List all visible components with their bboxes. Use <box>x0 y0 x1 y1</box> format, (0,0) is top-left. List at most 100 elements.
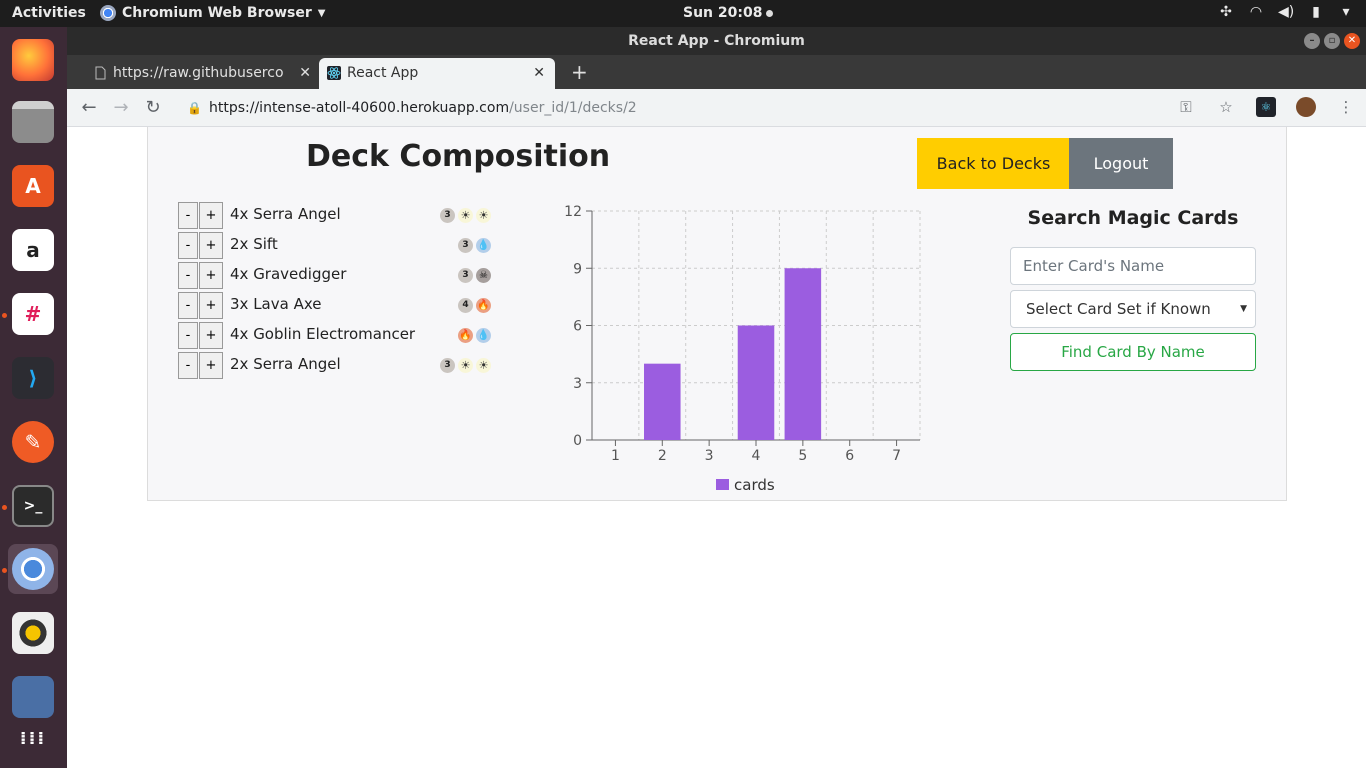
card-name[interactable]: 3x Lava Axe <box>230 295 321 313</box>
card-set-select[interactable]: Select Card Set if Known ▼ <box>1010 290 1256 328</box>
card-name[interactable]: 4x Gravedigger <box>230 265 346 283</box>
bar-chart: 0369121 2 3 4 5 6 7cards <box>564 204 921 494</box>
mana-cost: 3 ☠ <box>458 268 491 283</box>
blue-mana-icon: 💧 <box>476 238 491 253</box>
page-title: Deck Composition <box>306 139 611 174</box>
card-list: - +4x Serra Angel 3 ☀ ☀ - +2x Sift 3 💧 - +4x Grave… <box>178 202 498 382</box>
forward-arrow-icon[interactable]: → <box>110 97 132 119</box>
power-menu-icon[interactable]: ▾ <box>1338 4 1354 20</box>
bookmark-star-icon[interactable]: ☆ <box>1216 97 1236 117</box>
new-tab-icon[interactable]: + <box>571 60 588 84</box>
react-devtools-icon[interactable]: ⚛ <box>1256 97 1276 117</box>
back-arrow-icon[interactable]: ← <box>78 97 100 119</box>
increase-quantity-button[interactable]: + <box>199 352 223 379</box>
x-tick-label: 5 <box>798 448 807 464</box>
key-icon[interactable]: ⚿ <box>1176 97 1196 117</box>
card-row: - +2x Serra Angel 3 ☀ ☀ <box>178 352 498 382</box>
url-path: /user_id/1/decks/2 <box>509 100 637 116</box>
tab-github-raw[interactable]: https://raw.githubuserco ✕ <box>85 58 321 89</box>
system-tray: ✣ ◠ ◀) ▮ ▾ <box>1218 4 1354 20</box>
dock-slack[interactable]: # <box>8 289 58 339</box>
generic-mana-icon: 3 <box>458 238 473 253</box>
card-name[interactable]: 4x Serra Angel <box>230 205 341 223</box>
speaker-icon <box>12 612 54 654</box>
tab-label: https://raw.githubuserco <box>113 65 284 81</box>
battery-icon[interactable]: ▮ <box>1308 4 1324 20</box>
clock[interactable]: Sun 20:08 <box>683 5 774 21</box>
dock-postman[interactable]: ✎ <box>8 417 58 467</box>
card-name[interactable]: 4x Goblin Electromancer <box>230 325 415 343</box>
x-tick-label: 2 <box>658 448 667 464</box>
increase-quantity-button[interactable]: + <box>199 232 223 259</box>
mana-cost: 3 ☀ ☀ <box>440 208 491 223</box>
bar <box>784 268 822 440</box>
dock-chromium[interactable] <box>8 544 58 594</box>
generic-mana-icon: 3 <box>440 358 455 373</box>
close-tab-icon[interactable]: ✕ <box>299 58 311 89</box>
select-arrow-icon: ▼ <box>1240 304 1247 314</box>
find-card-button[interactable]: Find Card By Name <box>1010 333 1256 371</box>
minimize-icon[interactable]: – <box>1304 33 1320 49</box>
card-name[interactable]: 2x Serra Angel <box>230 355 341 373</box>
increase-quantity-button[interactable]: + <box>199 322 223 349</box>
blue-mana-icon: 💧 <box>476 328 491 343</box>
increase-quantity-button[interactable]: + <box>199 202 223 229</box>
card-row: - +4x Serra Angel 3 ☀ ☀ <box>178 202 498 232</box>
slack-icon: # <box>12 293 54 335</box>
y-tick-label: 12 <box>564 204 582 220</box>
close-window-icon[interactable]: ✕ <box>1344 33 1360 49</box>
generic-mana-icon: 3 <box>440 208 455 223</box>
reload-icon[interactable]: ↻ <box>142 97 164 119</box>
notification-dot-icon <box>766 9 774 17</box>
address-bar[interactable]: 🔒 https://intense-atoll-40600.herokuapp.… <box>177 95 1237 121</box>
decrease-quantity-button[interactable]: - <box>178 232 198 259</box>
vscode-icon: ⟩ <box>12 357 54 399</box>
card-row: - +2x Sift 3 💧 <box>178 232 498 262</box>
window-controls: – ▫ ✕ <box>1304 33 1360 49</box>
tab-react-app[interactable]: React App ✕ <box>319 58 555 89</box>
decrease-quantity-button[interactable]: - <box>178 322 198 349</box>
caret-down-icon: ▼ <box>317 7 326 19</box>
card-row: - +3x Lava Axe 4 🔥 <box>178 292 498 322</box>
decrease-quantity-button[interactable]: - <box>178 262 198 289</box>
decrease-quantity-button[interactable]: - <box>178 202 198 229</box>
mana-curve-chart: 0 3 6 9 12 1 2 3 4 5 6 7 cards <box>548 187 928 497</box>
dock-firefox[interactable] <box>8 35 58 85</box>
clock-label: Sun 20:08 <box>683 5 763 21</box>
activities-button[interactable]: Activities <box>12 5 86 21</box>
generic-mana-icon: 4 <box>458 298 473 313</box>
show-applications-button[interactable]: ⁞⁞⁞ <box>8 713 58 763</box>
dock-terminal[interactable]: >_ <box>8 481 58 531</box>
profile-avatar[interactable] <box>1296 97 1316 117</box>
close-tab-icon[interactable]: ✕ <box>533 58 545 89</box>
amazon-icon: a <box>12 229 54 271</box>
more-menu-icon[interactable]: ⋮ <box>1336 97 1356 117</box>
red-mana-icon: 🔥 <box>458 328 473 343</box>
card-name[interactable]: 2x Sift <box>230 235 278 253</box>
slack-tray-icon[interactable]: ✣ <box>1218 4 1234 20</box>
increase-quantity-button[interactable]: + <box>199 262 223 289</box>
dock-rhythmbox[interactable] <box>8 608 58 658</box>
app-menu[interactable]: Chromium Web Browser ▼ <box>100 5 325 21</box>
wifi-icon[interactable]: ◠ <box>1248 4 1264 20</box>
running-indicator-icon <box>2 505 7 510</box>
chromium-icon <box>100 5 116 21</box>
document-icon <box>95 66 106 80</box>
back-to-decks-button[interactable]: Back to Decks <box>917 138 1070 189</box>
dock-software[interactable]: A <box>8 161 58 211</box>
volume-icon[interactable]: ◀) <box>1278 4 1294 20</box>
dock-vscode[interactable]: ⟩ <box>8 353 58 403</box>
dock-files[interactable] <box>8 97 58 147</box>
decrease-quantity-button[interactable]: - <box>178 292 198 319</box>
maximize-icon[interactable]: ▫ <box>1324 33 1340 49</box>
logout-button[interactable]: Logout <box>1069 138 1173 189</box>
y-tick-label: 3 <box>573 376 582 392</box>
screenshot-tool-icon <box>12 676 54 718</box>
legend-label: cards <box>734 476 775 494</box>
increase-quantity-button[interactable]: + <box>199 292 223 319</box>
running-indicator-icon <box>2 568 7 573</box>
dock-amazon[interactable]: a <box>8 225 58 275</box>
firefox-icon <box>12 39 54 81</box>
card-name-input[interactable] <box>1010 247 1256 285</box>
decrease-quantity-button[interactable]: - <box>178 352 198 379</box>
